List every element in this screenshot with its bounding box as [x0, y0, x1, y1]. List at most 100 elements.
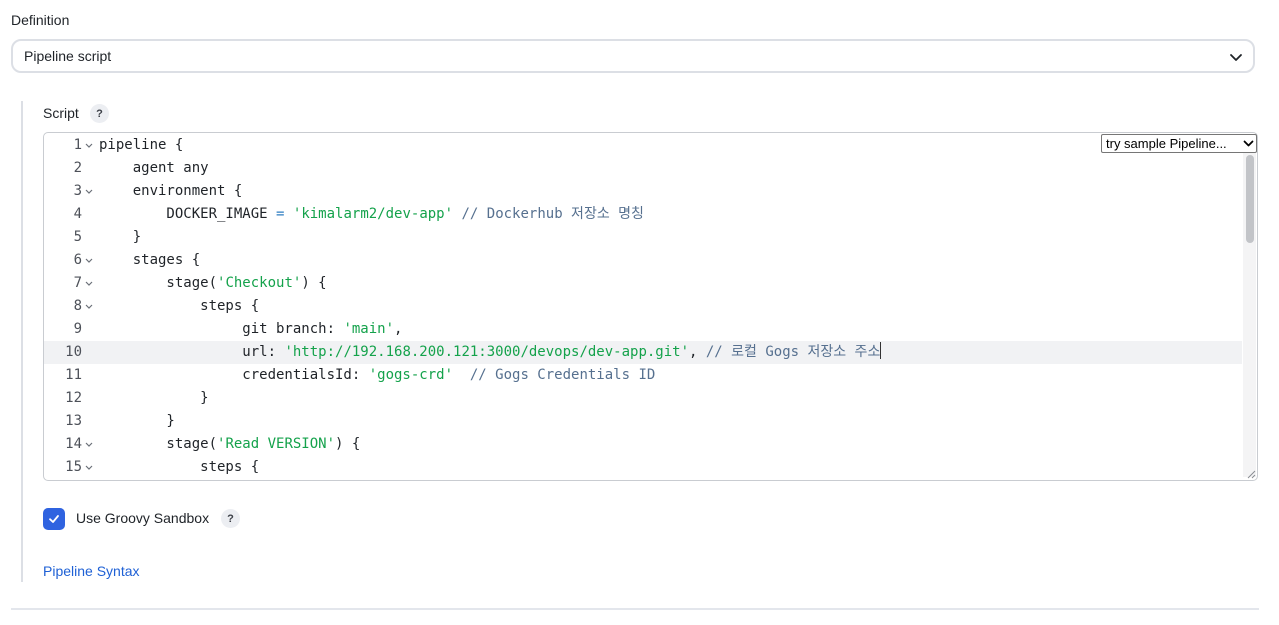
fold-chevron-icon[interactable] — [85, 456, 93, 479]
fold-chevron-icon[interactable] — [85, 180, 93, 203]
code-line[interactable]: 13 } — [44, 410, 1242, 433]
code-text: steps { — [99, 295, 259, 318]
string-token: 'Read VERSION' — [217, 436, 336, 452]
line-number: 1 — [73, 137, 82, 153]
text-cursor — [880, 342, 882, 359]
bottom-divider — [11, 608, 1259, 610]
code-text: stage('Checkout') { — [99, 272, 327, 295]
fold-chevron-icon[interactable] — [85, 249, 93, 272]
chevron-down-icon — [1230, 54, 1242, 61]
code-token: ) { — [335, 436, 361, 452]
code-line[interactable]: 6 stages { — [44, 249, 1242, 272]
code-line[interactable]: 5 } — [44, 226, 1242, 249]
code-text: agent any — [99, 157, 209, 180]
code-token: agent any — [99, 160, 209, 176]
code-token: credentialsId: — [99, 367, 369, 383]
groovy-sandbox-label[interactable]: Use Groovy Sandbox — [76, 510, 209, 526]
editor-scrollbar-thumb[interactable] — [1246, 155, 1254, 243]
code-line[interactable]: 14 stage('Read VERSION') { — [44, 433, 1242, 456]
line-number: 8 — [73, 298, 82, 314]
code-line[interactable]: 12 } — [44, 387, 1242, 410]
code-token: steps { — [99, 298, 260, 314]
code-text: git branch: 'main', — [99, 318, 402, 341]
code-token: , — [689, 344, 706, 360]
script-label: Script — [43, 105, 79, 121]
line-number: 14 — [65, 436, 82, 452]
code-line[interactable]: 7 stage('Checkout') { — [44, 272, 1242, 295]
groovy-sandbox-checkbox[interactable] — [43, 508, 65, 530]
line-number: 2 — [73, 160, 82, 176]
code-text: pipeline { — [99, 134, 183, 157]
code-text: environment { — [99, 180, 243, 203]
line-number: 15 — [65, 459, 82, 475]
definition-select[interactable]: Pipeline script — [11, 39, 1255, 73]
string-token: 'http://192.168.200.121:3000/devops/dev-… — [284, 344, 690, 360]
line-number: 5 — [73, 229, 82, 245]
code-line[interactable]: 15 steps { — [44, 456, 1242, 479]
code-token: , — [394, 321, 403, 337]
string-token: 'Checkout' — [217, 275, 302, 291]
code-line[interactable]: 9 git branch: 'main', — [44, 318, 1242, 341]
code-token: stage( — [99, 275, 218, 291]
code-token: DOCKER_IMAGE — [99, 206, 277, 222]
code-token: } — [99, 229, 142, 245]
chevron-down-icon — [1243, 138, 1254, 149]
code-text: steps { — [99, 456, 259, 479]
code-text: url: 'http://192.168.200.121:3000/devops… — [99, 341, 882, 364]
fold-chevron-icon[interactable] — [85, 272, 93, 295]
sample-pipeline-select[interactable]: try sample Pipeline... — [1101, 134, 1257, 153]
section-divider — [21, 101, 23, 582]
code-text: } — [99, 410, 175, 433]
code-line[interactable]: 4 DOCKER_IMAGE = 'kimalarm2/dev-app' // … — [44, 203, 1242, 226]
checkmark-icon — [49, 515, 59, 523]
code-token: } — [99, 413, 175, 429]
code-text: } — [99, 387, 209, 410]
comment-token: // 로컬 Gogs 저장소 주소 — [705, 344, 881, 360]
code-token: steps { — [99, 459, 260, 475]
line-number: 7 — [73, 275, 82, 291]
code-token: git branch: — [99, 321, 344, 337]
code-token: ) { — [301, 275, 327, 291]
resize-handle-icon[interactable] — [1245, 468, 1256, 479]
code-token: stages { — [99, 252, 201, 268]
code-text: stages { — [99, 249, 200, 272]
code-text: DOCKER_IMAGE = 'kimalarm2/dev-app' // Do… — [99, 203, 643, 226]
script-editor[interactable]: 1 pipeline {2 agent any 3 environment {4 D… — [43, 132, 1258, 481]
sandbox-help-icon[interactable]: ? — [221, 509, 240, 528]
code-token: environment { — [99, 183, 243, 199]
script-help-icon[interactable]: ? — [90, 104, 109, 123]
line-number: 9 — [73, 321, 82, 337]
fold-chevron-icon[interactable] — [85, 433, 93, 456]
line-number: 3 — [73, 183, 82, 199]
line-number: 13 — [65, 413, 82, 429]
code-token: } — [99, 390, 209, 406]
fold-chevron-icon[interactable] — [85, 134, 93, 157]
code-text: credentialsId: 'gogs-crd' // Gogs Creden… — [99, 364, 655, 387]
fold-chevron-icon[interactable] — [85, 295, 93, 318]
line-number: 4 — [73, 206, 82, 222]
code-line[interactable]: 11 credentialsId: 'gogs-crd' // Gogs Cre… — [44, 364, 1242, 387]
string-token: 'gogs-crd' — [368, 367, 454, 383]
code-text: stage('Read VERSION') { — [99, 433, 360, 456]
pipeline-definition-panel: Definition Pipeline script Script ? 1 pip… — [0, 0, 1279, 625]
definition-select-value: Pipeline script — [24, 48, 112, 64]
code-line[interactable]: 8 steps { — [44, 295, 1242, 318]
string-token: 'kimalarm2/dev-app' — [292, 206, 454, 222]
line-number: 6 — [73, 252, 82, 268]
code-text: } — [99, 226, 141, 249]
pipeline-syntax-link[interactable]: Pipeline Syntax — [43, 563, 140, 579]
line-number: 12 — [65, 390, 82, 406]
code-line[interactable]: 1 pipeline { — [44, 134, 1242, 157]
code-line[interactable]: 3 environment { — [44, 180, 1242, 203]
definition-label: Definition — [11, 12, 70, 28]
code-token: url: — [99, 344, 285, 360]
line-number: 11 — [65, 367, 82, 383]
sample-pipeline-select-value: try sample Pipeline... — [1106, 136, 1227, 151]
line-number: 10 — [65, 344, 82, 360]
comment-token: // Gogs Credentials ID — [469, 367, 656, 383]
code-line[interactable]: 2 agent any — [44, 157, 1242, 180]
code-line[interactable]: 10 url: 'http://192.168.200.121:3000/dev… — [44, 341, 1242, 364]
string-token: 'main' — [343, 321, 395, 337]
